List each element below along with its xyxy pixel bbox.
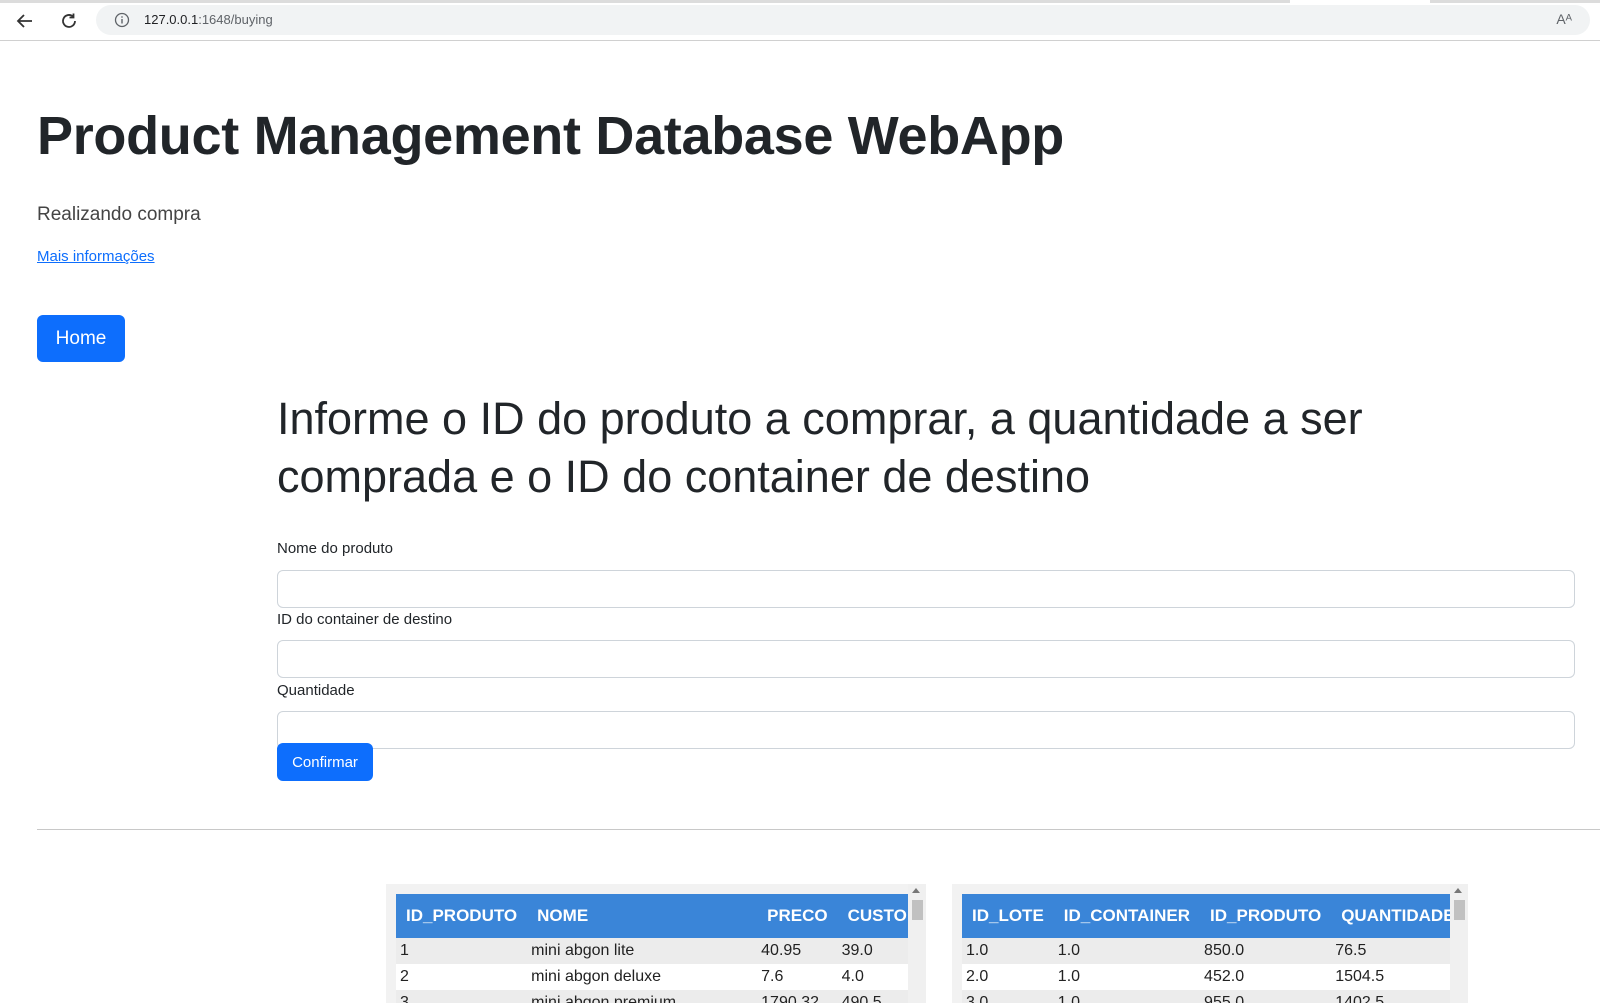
lots-table-panel[interactable]: ID_LOTE ID_CONTAINER ID_PRODUTO QUANTIDADE … — [952, 884, 1468, 1003]
table-row: 3 mini abgon premium 1790.32 490.5 — [396, 990, 917, 1003]
container-id-label: ID do container de destino — [277, 611, 453, 628]
read-aloud-icon[interactable]: Aᴬ — [1556, 11, 1572, 27]
tab-strip-edge-right — [1430, 0, 1600, 3]
table-cell: 4.0 — [837, 964, 917, 990]
table-cell: 3 — [396, 990, 528, 1003]
table-row: 1.0 1.0 850.0 76.5 — [962, 938, 1465, 964]
page-title: Product Management Database WebApp — [37, 106, 1064, 166]
scroll-up-arrow-icon[interactable] — [1454, 888, 1462, 893]
scroll-up-arrow-icon[interactable] — [912, 888, 920, 893]
container-id-input[interactable] — [277, 640, 1575, 678]
product-name-input[interactable] — [277, 570, 1575, 608]
scroll-thumb[interactable] — [1454, 900, 1465, 920]
table-cell: mini abgon lite — [527, 938, 758, 964]
table-cell: 1.0 — [1053, 990, 1201, 1003]
table-cell: mini abgon deluxe — [527, 964, 758, 990]
column-header: QUANTIDADE — [1331, 894, 1465, 938]
tab-strip-edge — [0, 0, 1290, 3]
info-icon[interactable] — [114, 12, 130, 28]
browser-toolbar: 127.0.0.1:1648/buying Aᴬ — [0, 0, 1600, 41]
table-row: 2.0 1.0 452.0 1504.5 — [962, 964, 1465, 990]
table-cell: 1402.5 — [1331, 990, 1465, 1003]
column-header: ID_PRODUTO — [396, 894, 528, 938]
form-heading: Informe o ID do produto a comprar, a qua… — [277, 393, 1363, 502]
url-host: 127.0.0.1 — [144, 12, 199, 27]
column-header: ID_CONTAINER — [1053, 894, 1201, 938]
lots-scrollbar[interactable] — [1450, 884, 1468, 1003]
table-cell: 40.95 — [757, 938, 838, 964]
table-cell: 850.0 — [1200, 938, 1332, 964]
column-header: ID_LOTE — [962, 894, 1054, 938]
table-cell: 39.0 — [837, 938, 917, 964]
table-cell: 1.0 — [962, 938, 1054, 964]
quantity-label: Quantidade — [277, 682, 355, 699]
products-table-panel[interactable]: ID_PRODUTO NOME PRECO CUSTO 1 mini abgon lit… — [386, 884, 926, 1003]
column-header: PRECO — [757, 894, 838, 938]
address-bar[interactable]: 127.0.0.1:1648/buying Aᴬ — [96, 5, 1590, 35]
reload-icon[interactable] — [56, 8, 82, 34]
back-arrow-icon[interactable] — [12, 8, 38, 34]
quantity-input[interactable] — [277, 711, 1575, 749]
products-scrollbar[interactable] — [908, 884, 926, 1003]
table-cell: 955.0 — [1200, 990, 1332, 1003]
table-cell: mini abgon premium — [527, 990, 758, 1003]
scroll-thumb[interactable] — [912, 900, 923, 920]
url-text[interactable]: 127.0.0.1:1648/buying — [144, 12, 273, 27]
table-row: 1 mini abgon lite 40.95 39.0 — [396, 938, 917, 964]
table-row: 2 mini abgon deluxe 7.6 4.0 — [396, 964, 917, 990]
table-cell: 1.0 — [1053, 938, 1201, 964]
products-table: ID_PRODUTO NOME PRECO CUSTO 1 mini abgon lit… — [396, 894, 917, 1003]
more-info-link[interactable]: Mais informações — [37, 248, 155, 265]
column-header: CUSTO — [837, 894, 917, 938]
table-cell: 1.0 — [1053, 964, 1201, 990]
table-cell: 76.5 — [1331, 938, 1465, 964]
table-cell: 3.0 — [962, 990, 1054, 1003]
lots-table: ID_LOTE ID_CONTAINER ID_PRODUTO QUANTIDADE … — [962, 894, 1465, 1003]
table-cell: 1 — [396, 938, 528, 964]
table-cell: 1504.5 — [1331, 964, 1465, 990]
table-cell: 2.0 — [962, 964, 1054, 990]
home-button[interactable]: Home — [37, 315, 125, 362]
section-divider — [37, 829, 1600, 830]
table-cell: 2 — [396, 964, 528, 990]
column-header: ID_PRODUTO — [1200, 894, 1332, 938]
url-path: :1648/buying — [198, 12, 273, 27]
table-cell: 7.6 — [757, 964, 838, 990]
table-cell: 452.0 — [1200, 964, 1332, 990]
column-header: NOME — [527, 894, 758, 938]
confirm-button[interactable]: Confirmar — [277, 743, 373, 781]
table-cell: 1790.32 — [757, 990, 838, 1003]
table-cell: 490.5 — [837, 990, 917, 1003]
page-subtitle: Realizando compra — [37, 204, 201, 225]
table-row: 3.0 1.0 955.0 1402.5 — [962, 990, 1465, 1003]
product-name-label: Nome do produto — [277, 540, 393, 557]
